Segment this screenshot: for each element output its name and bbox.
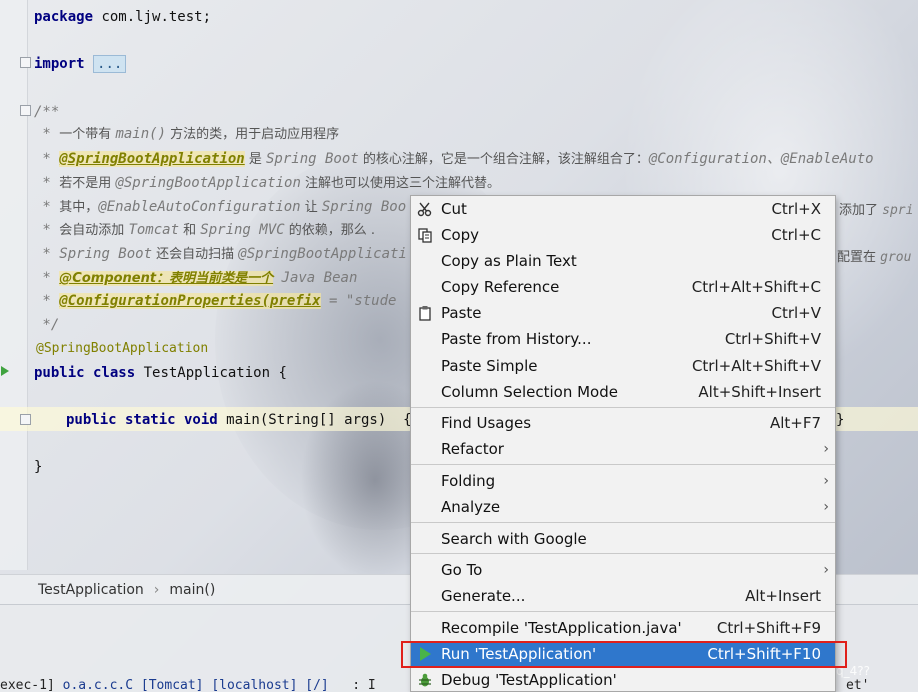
code-line-class[interactable]: public class TestApplication { <box>34 363 287 383</box>
menu-item-refactor[interactable]: Refactor › <box>411 436 835 462</box>
chevron-right-icon: › <box>823 499 829 515</box>
breadcrumb-method[interactable]: main() <box>169 582 215 598</box>
chevron-right-icon: › <box>823 441 829 457</box>
menu-item-copy[interactable]: Copy Ctrl+C <box>411 222 835 248</box>
menu-item-paste-from-history[interactable]: Paste from History... Ctrl+Shift+V <box>411 326 835 352</box>
code-line-comment-6[interactable]: * Spring Boot 还会自动扫描 @SpringBootApplicat… <box>34 244 406 264</box>
menu-item-folding[interactable]: Folding › <box>411 468 835 494</box>
code-line-package[interactable]: package com.ljw.test; <box>34 7 211 27</box>
code-line-comment-2[interactable]: * @SpringBootApplication 是 Spring Boot 的… <box>34 149 874 169</box>
chevron-right-icon: › <box>823 562 829 578</box>
code-line-comment-1[interactable]: * 一个带有 main() 方法的类，用于启动应用程序 <box>34 124 339 144</box>
comment-4-tail: 添加了 spri <box>839 203 914 218</box>
menu-item-recompile[interactable]: Recompile 'TestApplication.java' Ctrl+Shi… <box>411 615 835 641</box>
console-line-end: et' <box>846 678 870 692</box>
menu-item-paste[interactable]: Paste Ctrl+V <box>411 300 835 326</box>
menu-separator <box>411 407 835 408</box>
code-line-class-close[interactable]: } <box>34 457 42 477</box>
menu-item-copy-plain-text[interactable]: Copy as Plain Text <box>411 248 835 274</box>
code-line-comment-7[interactable]: * @Component：表明当前类是一个 Java Bean <box>34 268 357 288</box>
chevron-right-icon: › <box>823 473 829 489</box>
menu-separator <box>411 464 835 465</box>
copy-icon <box>418 228 432 243</box>
menu-item-column-selection-mode[interactable]: Column Selection Mode Alt+Shift+Insert <box>411 379 835 405</box>
debug-icon <box>419 673 431 687</box>
code-line-main-close: } <box>836 412 845 428</box>
editor-gutter[interactable] <box>0 0 28 570</box>
code-line-comment-8[interactable]: * @ConfigurationProperties(prefix = "stu… <box>34 291 396 311</box>
menu-item-go-to[interactable]: Go To › <box>411 557 835 583</box>
menu-item-find-usages[interactable]: Find Usages Alt+F7 <box>411 410 835 436</box>
menu-item-copy-reference[interactable]: Copy Reference Ctrl+Alt+Shift+C <box>411 274 835 300</box>
comment-6-tail: 配置在 grou <box>837 250 912 265</box>
code-line-doc-open[interactable]: /** <box>34 102 59 122</box>
fold-toggle-import[interactable] <box>20 57 31 68</box>
clipboard-icon <box>419 306 431 321</box>
code-line-import[interactable]: import ... <box>34 54 127 74</box>
code-line-comment-4[interactable]: * 其中，@EnableAutoConfiguration 让 Spring B… <box>34 197 406 217</box>
menu-item-debug[interactable]: Debug 'TestApplication' <box>411 667 835 692</box>
highlight-annotation-box <box>401 641 847 668</box>
import-fold-placeholder[interactable]: ... <box>93 55 127 73</box>
scissors-icon <box>417 202 432 217</box>
fold-toggle-main[interactable] <box>20 414 31 425</box>
code-line-comment-5[interactable]: * 会自动添加 Tomcat 和 Spring MVC 的依赖，那么 . <box>34 220 375 240</box>
menu-separator <box>411 553 835 554</box>
console-output-line[interactable]: exec-1] o.a.c.c.C [Tomcat] [localhost] [… <box>0 678 376 692</box>
menu-item-generate[interactable]: Generate... Alt+Insert <box>411 583 835 609</box>
menu-item-analyze[interactable]: Analyze › <box>411 494 835 520</box>
menu-item-paste-simple[interactable]: Paste Simple Ctrl+Alt+Shift+V <box>411 353 835 379</box>
menu-separator <box>411 522 835 523</box>
fold-toggle-doc-comment[interactable] <box>20 105 31 116</box>
code-line-annotation[interactable]: @SpringBootApplication <box>36 339 208 359</box>
menu-item-cut[interactable]: Cut Ctrl+X <box>411 196 835 222</box>
breadcrumb-separator: › <box>153 582 160 598</box>
editor-context-menu[interactable]: Cut Ctrl+X Copy Ctrl+C Copy as Plain Text … <box>410 195 836 692</box>
code-line-comment-3[interactable]: * 若不是用 @SpringBootApplication 注解也可以使用这三个… <box>34 173 500 193</box>
breadcrumb-class[interactable]: TestApplication <box>38 582 144 598</box>
run-gutter-icon[interactable] <box>1 366 9 376</box>
menu-separator <box>411 611 835 612</box>
code-line-main[interactable]: public static void main(String[] args) { <box>66 410 412 430</box>
menu-item-search-with-google[interactable]: Search with Google <box>411 526 835 552</box>
code-line-doc-close[interactable]: */ <box>34 315 59 335</box>
